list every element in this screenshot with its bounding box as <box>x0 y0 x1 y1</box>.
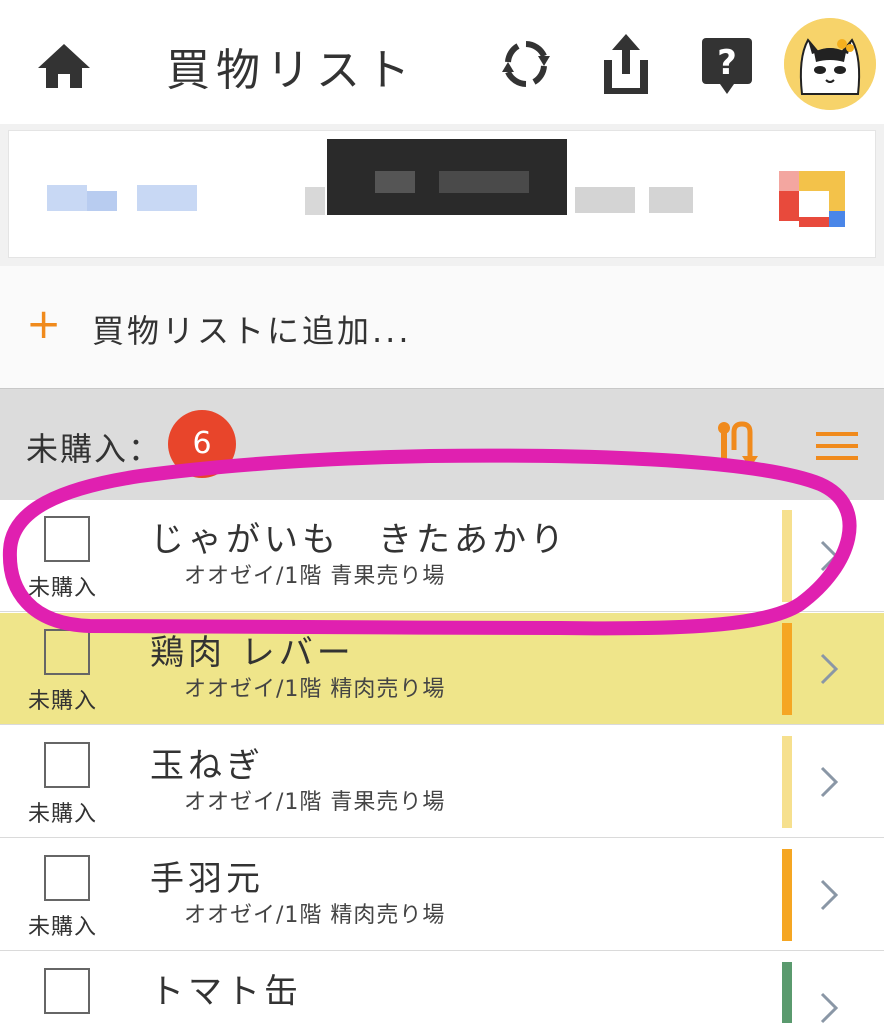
svg-text:?: ? <box>717 43 737 83</box>
unpurchased-count-badge: 6 <box>168 410 236 478</box>
add-plus-icon[interactable]: + <box>26 302 61 346</box>
item-detail-button[interactable] <box>816 988 842 1023</box>
item-location: オオゼイ/1階 精肉売り場 <box>184 677 446 702</box>
item-name: 鶏肉 レバー <box>150 633 355 673</box>
menu-button[interactable] <box>814 426 860 466</box>
item-detail-button[interactable] <box>816 875 842 915</box>
list-item[interactable]: 未購入 玉ねぎ オオゼイ/1階 青果売り場 <box>0 726 884 838</box>
sort-icon <box>718 421 758 468</box>
chevron-right-icon <box>820 766 839 798</box>
hamburger-menu-icon <box>816 432 858 460</box>
help-icon: ? <box>702 38 752 94</box>
ad-content <box>8 130 876 258</box>
item-status: 未購入 <box>28 689 98 714</box>
item-checkbox[interactable] <box>44 742 90 788</box>
item-name: 手羽元 <box>150 859 264 899</box>
cat-avatar-icon <box>784 18 876 110</box>
item-location: オオゼイ/1階 青果売り場 <box>184 564 446 589</box>
list-item[interactable]: 未購入 鶏肉 レバー オオゼイ/1階 精肉売り場 <box>0 613 884 725</box>
item-checkbox[interactable] <box>44 516 90 562</box>
item-detail-button[interactable] <box>816 649 842 689</box>
help-button[interactable]: ? <box>700 36 754 96</box>
item-name: 玉ねぎ <box>150 746 264 786</box>
item-name: トマト缶 <box>150 972 302 1012</box>
item-detail-button[interactable] <box>816 762 842 802</box>
item-status: 未購入 <box>28 802 98 827</box>
item-checkbox[interactable] <box>44 855 90 901</box>
home-button[interactable] <box>34 40 94 90</box>
page-title: 買物リスト <box>166 45 416 96</box>
ad-banner[interactable] <box>0 124 884 266</box>
share-icon <box>604 34 648 94</box>
share-button[interactable] <box>598 32 654 98</box>
chevron-right-icon <box>820 653 839 685</box>
list-item[interactable]: トマト缶 <box>0 952 884 1023</box>
item-checkbox[interactable] <box>44 629 90 675</box>
home-icon <box>38 44 90 88</box>
item-checkbox[interactable] <box>44 968 90 1014</box>
section-label: 未購入： <box>26 430 163 468</box>
category-color-bar <box>782 736 792 828</box>
sync-icon <box>502 41 550 87</box>
category-color-bar <box>782 623 792 715</box>
item-detail-button[interactable] <box>816 536 842 576</box>
item-location: オオゼイ/1階 精肉売り場 <box>184 903 446 928</box>
chevron-right-icon <box>820 992 839 1023</box>
blurred-ad-graphic <box>47 139 845 227</box>
chevron-right-icon <box>820 540 839 572</box>
category-color-bar <box>782 962 792 1023</box>
user-avatar[interactable] <box>784 18 876 110</box>
item-status: 未購入 <box>28 576 98 601</box>
add-item-label[interactable]: 買物リストに追加... <box>92 306 412 352</box>
item-status: 未購入 <box>28 915 98 940</box>
item-name: じゃがいも きたあかり <box>150 520 568 560</box>
category-color-bar <box>782 849 792 941</box>
sort-button[interactable] <box>714 420 764 470</box>
app-header: 買物リスト ? <box>0 0 884 124</box>
list-item[interactable]: 未購入 手羽元 オオゼイ/1階 精肉売り場 <box>0 839 884 951</box>
item-location: オオゼイ/1階 青果売り場 <box>184 790 446 815</box>
sync-button[interactable] <box>498 34 554 94</box>
category-color-bar <box>782 510 792 602</box>
list-item[interactable]: 未購入 じゃがいも きたあかり オオゼイ/1階 青果売り場 <box>0 500 884 612</box>
chevron-right-icon <box>820 879 839 911</box>
